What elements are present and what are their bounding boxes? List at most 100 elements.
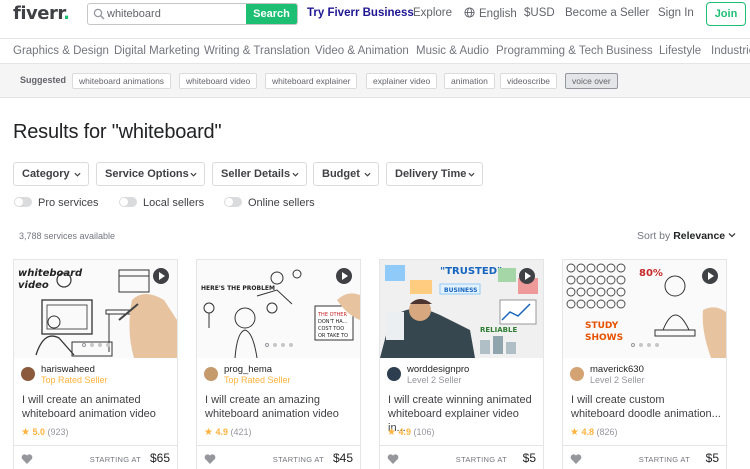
suggested-chip[interactable]: videoscribe bbox=[500, 73, 557, 89]
sort-dropdown[interactable]: Sort by Relevance bbox=[637, 230, 736, 242]
seller-level: Level 2 Seller bbox=[590, 375, 645, 385]
gig-title[interactable]: I will create custom whiteboard doodle a… bbox=[571, 393, 721, 421]
heart-icon[interactable] bbox=[387, 453, 399, 465]
join-button[interactable]: Join bbox=[706, 2, 746, 26]
search-button[interactable]: Search bbox=[246, 4, 297, 24]
card-footer: STARTING AT $45 bbox=[197, 445, 360, 469]
seller-name[interactable]: prog_hema bbox=[224, 364, 272, 375]
gig-price: $5 bbox=[522, 451, 536, 465]
become-seller-link[interactable]: Become a Seller bbox=[565, 7, 649, 19]
star-icon: ★ bbox=[21, 427, 30, 438]
avatar[interactable] bbox=[570, 367, 584, 381]
play-icon[interactable] bbox=[336, 268, 352, 284]
filter-service-options[interactable]: Service Options bbox=[96, 162, 205, 186]
svg-text:whiteboard: whiteboard bbox=[18, 268, 83, 279]
fiverr-logo[interactable]: fiverr. bbox=[13, 3, 70, 24]
heart-icon[interactable] bbox=[21, 453, 33, 465]
gig-card[interactable]: HERE'S THE PROBLEM THE OTHER DON'T HA...… bbox=[196, 259, 361, 469]
card-footer: STARTING AT $65 bbox=[14, 445, 177, 469]
category-industries[interactable]: Industries bbox=[711, 45, 750, 57]
svg-text:SHOWS: SHOWS bbox=[585, 333, 623, 343]
gig-card[interactable]: whiteboard video hariswaheed Top Rated S… bbox=[13, 259, 178, 469]
results-title: Results for "whiteboard" bbox=[13, 121, 222, 143]
svg-text:HERE'S THE PROBLEM: HERE'S THE PROBLEM bbox=[201, 285, 275, 292]
chevron-down-icon bbox=[364, 172, 371, 177]
gig-card[interactable]: "TRUSTED" BUSINESS RELIABLE worddesignpr… bbox=[379, 259, 544, 469]
category-digital-marketing[interactable]: Digital Marketing bbox=[114, 45, 200, 57]
category-programming-tech[interactable]: Programming & Tech bbox=[496, 45, 603, 57]
svg-text:video: video bbox=[18, 280, 49, 291]
toggle-switch[interactable] bbox=[224, 197, 242, 207]
toggle-local-sellers[interactable]: Local sellers bbox=[119, 197, 204, 209]
gig-price: $5 bbox=[705, 451, 719, 465]
gig-thumbnail[interactable]: "TRUSTED" BUSINESS RELIABLE bbox=[380, 260, 543, 358]
starting-at-label: STARTING AT bbox=[455, 455, 507, 464]
svg-text:80%: 80% bbox=[639, 268, 663, 279]
category-business[interactable]: Business bbox=[606, 45, 653, 57]
seller-name[interactable]: worddesignpro bbox=[407, 364, 469, 375]
search-input[interactable] bbox=[106, 4, 246, 24]
filter-category[interactable]: Category bbox=[13, 162, 89, 186]
filter-delivery-time[interactable]: Delivery Time bbox=[386, 162, 483, 186]
category-lifestyle[interactable]: Lifestyle bbox=[659, 45, 701, 57]
gig-title[interactable]: I will create an amazing whiteboard anim… bbox=[205, 393, 355, 421]
card-footer: STARTING AT $5 bbox=[380, 445, 543, 469]
category-writing-translation[interactable]: Writing & Translation bbox=[204, 45, 310, 57]
services-count: 3,788 services available bbox=[19, 231, 116, 241]
category-graphics-design[interactable]: Graphics & Design bbox=[13, 45, 109, 57]
filter-budget[interactable]: Budget bbox=[313, 162, 379, 186]
globe-icon bbox=[464, 7, 475, 18]
svg-text:RELIABLE: RELIABLE bbox=[480, 326, 517, 334]
heart-icon[interactable] bbox=[570, 453, 582, 465]
svg-text:"TRUSTED": "TRUSTED" bbox=[440, 266, 502, 277]
try-fiverr-business-link[interactable]: Try Fiverr Business bbox=[307, 7, 414, 19]
carousel-dots[interactable] bbox=[263, 334, 295, 352]
language-selector[interactable]: English bbox=[464, 7, 517, 20]
suggested-chip[interactable]: voice over bbox=[565, 73, 618, 89]
svg-text:COST TOO: COST TOO bbox=[318, 326, 344, 332]
suggested-chip[interactable]: explainer video bbox=[366, 73, 438, 89]
seller-name[interactable]: hariswaheed bbox=[41, 364, 95, 375]
gig-title[interactable]: I will create an animated whiteboard ani… bbox=[22, 393, 172, 421]
filter-seller-details[interactable]: Seller Details bbox=[212, 162, 307, 186]
play-icon[interactable] bbox=[519, 268, 535, 284]
explore-link[interactable]: Explore bbox=[413, 7, 452, 19]
gig-price: $45 bbox=[332, 451, 353, 465]
suggested-chip[interactable]: whiteboard explainer bbox=[265, 73, 358, 89]
category-music-audio[interactable]: Music & Audio bbox=[416, 45, 489, 57]
toggle-switch[interactable] bbox=[119, 197, 137, 207]
starting-at-label: STARTING AT bbox=[638, 455, 690, 464]
star-icon: ★ bbox=[570, 427, 579, 438]
gig-thumbnail[interactable]: whiteboard video bbox=[14, 260, 177, 358]
category-video-animation[interactable]: Video & Animation bbox=[315, 45, 409, 57]
gig-thumbnail[interactable]: 80% STUDY SHOWS bbox=[563, 260, 726, 358]
play-icon[interactable] bbox=[702, 268, 718, 284]
seller-name[interactable]: maverick630 bbox=[590, 364, 644, 375]
play-icon[interactable] bbox=[153, 268, 169, 284]
gig-card[interactable]: 80% STUDY SHOWS maverick630 Level 2 Sell… bbox=[562, 259, 727, 469]
search-bar: Search bbox=[87, 3, 298, 25]
gig-thumbnail[interactable]: HERE'S THE PROBLEM THE OTHER DON'T HA...… bbox=[197, 260, 360, 358]
toggle-pro-services[interactable]: Pro services bbox=[14, 197, 99, 209]
avatar[interactable] bbox=[204, 367, 218, 381]
starting-at-label: STARTING AT bbox=[272, 455, 324, 464]
carousel-dots[interactable] bbox=[629, 334, 661, 352]
avatar[interactable] bbox=[387, 367, 401, 381]
suggested-chip[interactable]: whiteboard video bbox=[179, 73, 258, 89]
currency-selector[interactable]: $USD bbox=[524, 7, 555, 19]
starting-at-label: STARTING AT bbox=[89, 455, 141, 464]
sign-in-link[interactable]: Sign In bbox=[658, 7, 694, 19]
language-label: English bbox=[479, 8, 517, 20]
suggested-searches: Suggested whiteboard animations whiteboa… bbox=[0, 64, 750, 98]
carousel-dots[interactable] bbox=[80, 334, 112, 352]
gig-price: $65 bbox=[149, 451, 170, 465]
heart-icon[interactable] bbox=[204, 453, 216, 465]
category-menu: Graphics & Design Digital Marketing Writ… bbox=[0, 38, 750, 64]
toggle-online-sellers[interactable]: Online sellers bbox=[224, 197, 315, 209]
toggle-switch[interactable] bbox=[14, 197, 32, 207]
card-footer: STARTING AT $5 bbox=[563, 445, 726, 469]
suggested-chip[interactable]: animation bbox=[444, 73, 495, 89]
seller-level: Top Rated Seller bbox=[41, 375, 108, 385]
suggested-chip[interactable]: whiteboard animations bbox=[72, 73, 172, 89]
avatar[interactable] bbox=[21, 367, 35, 381]
